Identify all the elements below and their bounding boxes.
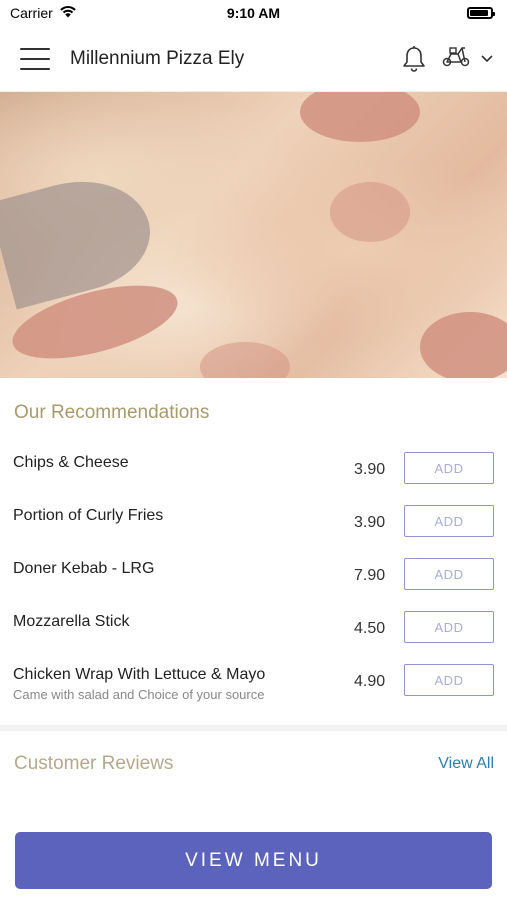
item-name: Chicken Wrap With Lettuce & Mayo	[13, 666, 266, 683]
add-button[interactable]: ADD	[404, 558, 494, 590]
item-price: 7.90	[354, 567, 386, 584]
list-item: Portion of Curly Fries 3.90 ADD	[0, 505, 507, 558]
list-item: Chicken Wrap With Lettuce & Mayo Came wi…	[0, 664, 507, 717]
item-name: Chips & Cheese	[13, 454, 129, 471]
chevron-down-icon	[481, 50, 493, 68]
item-description: Came with salad and Choice of your sourc…	[13, 687, 265, 702]
header-actions	[401, 44, 493, 73]
item-name: Doner Kebab - LRG	[13, 560, 155, 577]
status-left: Carrier	[10, 5, 77, 21]
bell-icon[interactable]	[401, 45, 427, 73]
delivery-scooter-icon	[441, 44, 471, 73]
add-button[interactable]: ADD	[404, 505, 494, 537]
list-item: Chips & Cheese 3.90 ADD	[0, 452, 507, 505]
battery-icon	[467, 7, 495, 19]
item-price: 4.50	[354, 620, 386, 637]
item-price: 3.90	[354, 461, 386, 478]
item-price: 3.90	[354, 514, 386, 531]
delivery-mode-selector[interactable]	[441, 44, 493, 73]
reviews-title: Customer Reviews	[14, 753, 174, 774]
list-item: Doner Kebab - LRG 7.90 ADD	[0, 558, 507, 611]
wifi-icon	[59, 5, 77, 21]
hero-pizza-image	[0, 92, 507, 378]
recommendations-title: Our Recommendations	[14, 402, 210, 423]
reviews-header: Customer Reviews View All	[0, 731, 507, 775]
carrier-label: Carrier	[10, 5, 53, 21]
status-bar: Carrier 9:10 AM	[0, 0, 507, 26]
item-name: Portion of Curly Fries	[13, 507, 164, 524]
view-all-link[interactable]: View All	[438, 755, 494, 773]
list-item: Mozzarella Stick 4.50 ADD	[0, 611, 507, 664]
view-menu-button[interactable]: VIEW MENU	[15, 832, 492, 889]
item-price: 4.90	[354, 673, 386, 690]
add-button[interactable]: ADD	[404, 664, 494, 696]
add-button[interactable]: ADD	[404, 452, 494, 484]
item-name: Mozzarella Stick	[13, 613, 130, 630]
recommendations-list: Chips & Cheese 3.90 ADD Portion of Curly…	[0, 424, 507, 717]
add-button[interactable]: ADD	[404, 611, 494, 643]
restaurant-title: Millennium Pizza Ely	[70, 47, 245, 69]
app-header: Millennium Pizza Ely	[0, 26, 507, 92]
menu-icon[interactable]	[20, 47, 50, 70]
